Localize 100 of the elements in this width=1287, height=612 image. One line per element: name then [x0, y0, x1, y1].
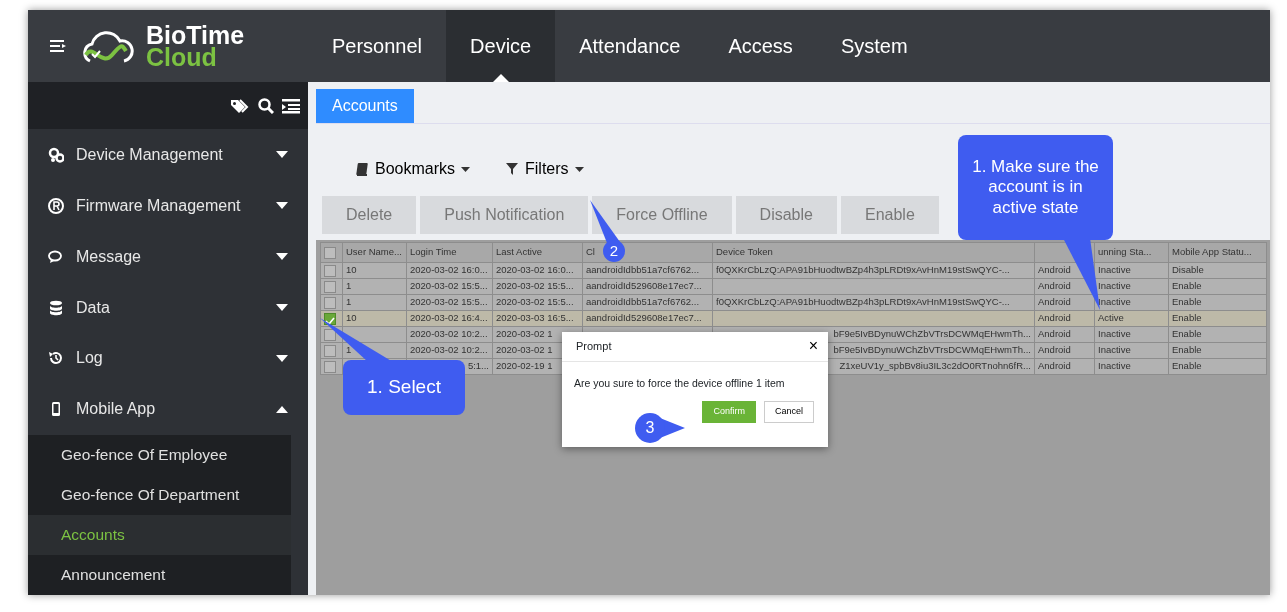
- caret-down-icon: [461, 166, 471, 172]
- table-cell: Android: [1038, 312, 1071, 324]
- submenu-item[interactable]: Geo-fence Of Department: [28, 474, 291, 515]
- table-cell: Android: [1038, 360, 1071, 372]
- table-cell: Inactive: [1098, 360, 1131, 372]
- table-cell: 2020-03-02 16:0...: [410, 264, 488, 276]
- table-cell: Inactive: [1098, 344, 1131, 356]
- table-cell: Enable: [1172, 328, 1202, 340]
- sidebar-item[interactable]: Firmware Management: [28, 180, 308, 232]
- table-cell: bF9e5IvBDynuWChZbVTrsDCWMqEHwmTh...: [833, 328, 1031, 340]
- table-cell: 2020-03-02 15:5...: [496, 296, 574, 308]
- table-cell: Enable: [1172, 344, 1202, 356]
- sidebar-item[interactable]: Device Management: [28, 129, 308, 181]
- close-button[interactable]: ×: [808, 338, 818, 355]
- database-icon: [48, 299, 64, 316]
- sidebar-item[interactable]: Data: [28, 282, 308, 333]
- table-cell: Inactive: [1098, 280, 1131, 292]
- table-cell: bF9e5IvBDynuWChZbVTrsDCWMqEHwmTh...: [833, 344, 1031, 356]
- submenu-item[interactable]: Announcement: [28, 554, 291, 595]
- table-cell: Z1xeUV1y_spbBv8iu3IL3c2dO0RTnohn6fR...: [839, 360, 1031, 372]
- submenu-item[interactable]: Geo-fence Of Employee: [28, 434, 291, 475]
- step-number: 2: [608, 241, 620, 261]
- tag-icon[interactable]: [230, 97, 250, 114]
- nav-tab[interactable]: Access: [704, 10, 817, 82]
- table-cell: Enable: [1172, 360, 1202, 372]
- dropdown-button[interactable]: Bookmarks: [356, 146, 471, 192]
- checkbox[interactable]: [324, 296, 336, 309]
- callout-text: 1. Select: [366, 375, 442, 400]
- sidebar-item[interactable]: Log: [28, 333, 308, 384]
- table-cell: Android: [1038, 344, 1071, 356]
- table-cell: 2020-03-02 10:2...: [410, 328, 488, 340]
- table-cell: 2020-02-19 1: [496, 360, 553, 372]
- table-cell: 2020-03-02 1: [496, 328, 553, 340]
- table-cell: Disable: [1172, 264, 1204, 276]
- table-cell: 2020-03-02 10:2...: [410, 344, 488, 356]
- table-cell: aandroidIdbb51a7cf6762...: [586, 264, 700, 276]
- filter-icon: [506, 161, 520, 177]
- table-cell: aandroidId529608e17ec7...: [586, 280, 702, 292]
- checkbox[interactable]: [324, 312, 336, 325]
- nav-tab[interactable]: Device: [446, 10, 556, 82]
- sidebar-item[interactable]: Message: [28, 231, 308, 282]
- table-cell: Inactive: [1098, 328, 1131, 340]
- table-cell: 2020-03-02 15:5...: [410, 296, 488, 308]
- table-cell: Inactive: [1098, 264, 1131, 276]
- checkbox[interactable]: [324, 360, 336, 373]
- table-cell: aandroidId529608e17ec7...: [586, 312, 702, 324]
- table-cell: Android: [1038, 280, 1071, 292]
- gears-icon: [48, 146, 64, 163]
- nav-tab[interactable]: System: [816, 10, 932, 82]
- table-cell: 2020-03-02 15:5...: [496, 280, 574, 292]
- column-header[interactable]: Cl: [586, 246, 595, 258]
- table-cell: 2020-03-02 16:4...: [410, 312, 488, 324]
- nav-tab[interactable]: Attendance: [555, 10, 705, 82]
- table-cell: Android: [1038, 264, 1071, 276]
- registered-icon: [48, 197, 64, 214]
- nav-tab[interactable]: Personnel: [308, 10, 447, 82]
- column-header[interactable]: Device Token: [716, 246, 773, 258]
- cancel-button[interactable]: Cancel: [764, 401, 814, 423]
- table-cell: Android: [1038, 296, 1071, 308]
- table-cell: 1: [346, 344, 352, 356]
- dialog-title: Prompt: [576, 339, 612, 354]
- table-cell: Active: [1098, 312, 1124, 324]
- history-icon: [48, 350, 64, 367]
- table-cell: 5:1...: [467, 360, 489, 372]
- table-cell: 2020-03-02 15:5...: [410, 280, 488, 292]
- table-cell: aandroidIdbb51a7cf6762...: [586, 296, 700, 308]
- sidebar-item[interactable]: Mobile App: [28, 384, 308, 435]
- table-cell: Inactive: [1098, 296, 1131, 308]
- table-cell: 2020-03-02 1: [496, 344, 553, 356]
- table-cell: Android: [1038, 328, 1071, 340]
- table-cell: f0QXKrCbLzQ:APA91bHuodtwBZp4h3pLRDt9xAvHnM19stSwQYC-...: [716, 264, 1010, 276]
- search-icon[interactable]: [258, 97, 274, 114]
- checkbox[interactable]: [324, 246, 336, 259]
- table-cell: 1: [346, 280, 352, 292]
- logo-text: BioTime: [146, 24, 245, 46]
- checkbox[interactable]: [324, 344, 336, 357]
- menu-icon[interactable]: [50, 39, 66, 53]
- step-marker: [635, 413, 685, 443]
- table-cell: Enable: [1172, 296, 1202, 308]
- table-cell: Enable: [1172, 312, 1202, 324]
- table-cell: 2020-03-03 16:5...: [496, 312, 574, 324]
- chat-icon: [48, 248, 64, 265]
- table-cell: 2020-03-02 16:0...: [496, 264, 574, 276]
- table-cell: Enable: [1172, 280, 1202, 292]
- book-icon: [356, 161, 369, 177]
- submenu-item[interactable]: Accounts: [28, 514, 291, 555]
- table-cell: 1: [346, 296, 352, 308]
- checkbox[interactable]: [324, 264, 336, 277]
- list-icon[interactable]: [282, 97, 300, 114]
- table-cell: 10: [346, 312, 357, 324]
- caret-down-icon: [574, 166, 584, 172]
- logo-subtext: Cloud: [146, 46, 217, 68]
- dialog-message: Are you sure to force the device offline 1 item: [573, 375, 786, 391]
- checkbox[interactable]: [324, 328, 336, 341]
- step-number: 3: [644, 418, 656, 438]
- checkbox[interactable]: [324, 280, 336, 293]
- table-cell: f0QXKrCbLzQ:APA91bHuodtwBZp4h3pLRDt9xAvHnM19stSwQYC-...: [716, 296, 1010, 308]
- callout-text: 1. Make sure the account is in active state: [972, 155, 1099, 219]
- dropdown-button[interactable]: Filters: [506, 146, 584, 192]
- table-cell: 10: [346, 264, 357, 276]
